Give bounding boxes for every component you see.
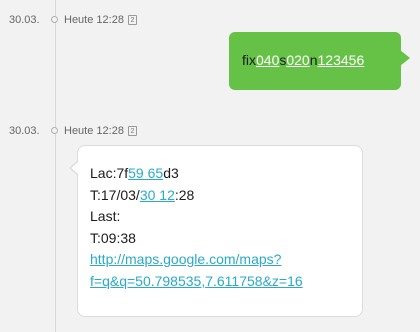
incoming-message-text: Lac:7f59 65d3 T:17/03/30 12:28 Last: T:0… <box>90 163 303 292</box>
phone-number-link[interactable]: 020 <box>286 52 309 68</box>
timeline-line <box>55 0 56 332</box>
timeline-dot <box>51 16 58 23</box>
lac-line: Lac:7f59 65d3 <box>90 163 303 185</box>
message-text-fragment: fix <box>242 52 256 68</box>
sim-card-icon: 2 <box>127 126 137 136</box>
sim-card-icon: 2 <box>127 15 137 25</box>
last-time-line: T:09:38 <box>90 229 136 246</box>
message-date: 30.03. <box>9 14 40 26</box>
phone-number-link[interactable]: 123456 <box>318 52 365 68</box>
message-meta: Heute 12:28 2 <box>64 125 137 137</box>
phone-number-link[interactable]: 040 <box>256 52 279 68</box>
time-suffix: :28 <box>174 186 195 203</box>
timeline-dot <box>51 127 58 134</box>
message-time: Heute 12:28 <box>64 14 124 26</box>
time-prefix: T:17/03/ <box>90 186 140 203</box>
time-line: T:17/03/30 12:28 <box>90 185 303 207</box>
sim-number: 2 <box>130 128 135 135</box>
message-text-fragment: n <box>309 52 318 68</box>
lac-prefix: Lac:7f <box>90 165 129 181</box>
outgoing-message-text: fix040s020n123456 <box>242 52 364 68</box>
number-link[interactable]: 30 12 <box>140 187 175 203</box>
lac-suffix: d3 <box>163 165 179 181</box>
message-time: Heute 12:28 <box>64 125 124 137</box>
outgoing-message-bubble[interactable]: fix040s020n123456 <box>229 32 410 90</box>
incoming-message-bubble[interactable]: Lac:7f59 65d3 T:17/03/30 12:28 Last: T:0… <box>69 145 363 317</box>
message-meta: Heute 12:28 2 <box>64 14 137 26</box>
number-link[interactable]: 59 65 <box>128 165 163 181</box>
message-date: 30.03. <box>9 125 40 137</box>
last-label: Last: <box>90 208 121 224</box>
maps-url-link[interactable]: http://maps.google.com/maps? <box>90 249 303 271</box>
maps-url-link-continued[interactable]: f=q&q=50.798535,7.611758&z=16 <box>90 271 303 293</box>
sim-number: 2 <box>130 17 135 24</box>
